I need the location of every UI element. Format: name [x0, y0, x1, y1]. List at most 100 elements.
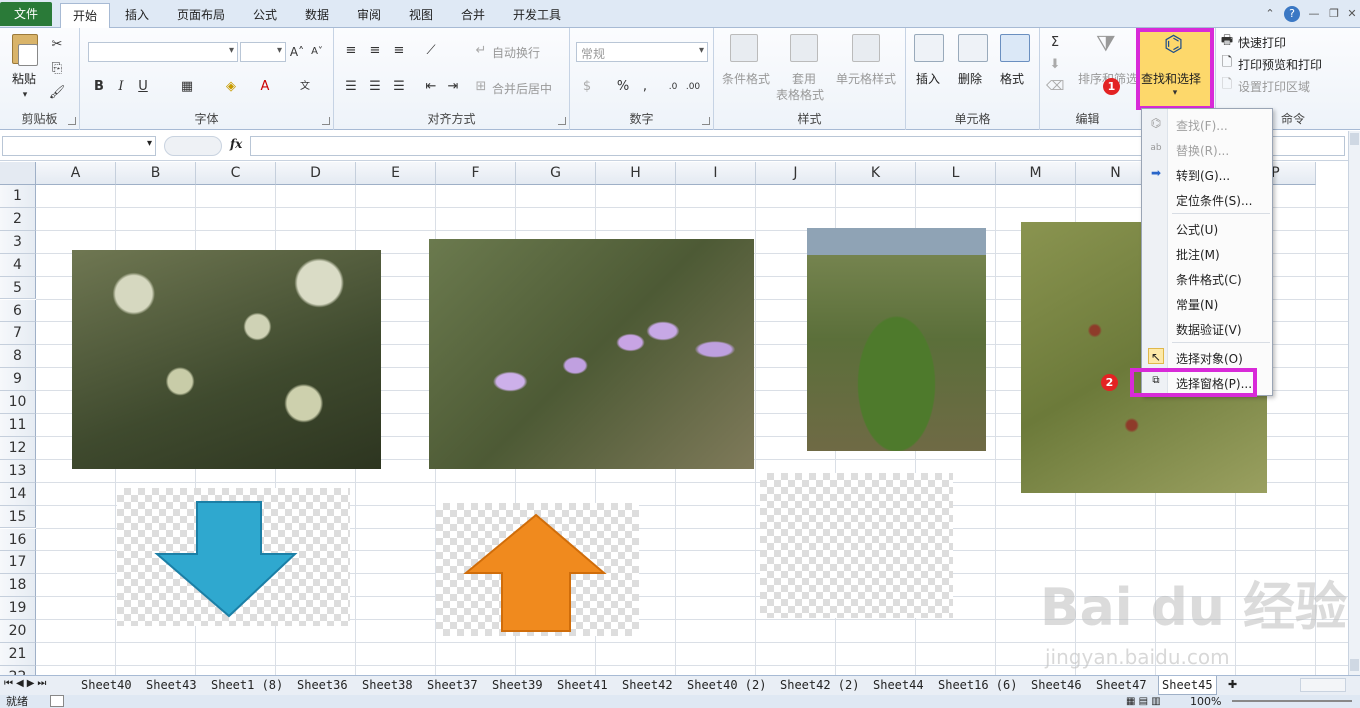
tab-view[interactable]: 视图	[400, 3, 442, 28]
accounting-format-icon[interactable]: $	[578, 78, 596, 96]
sheet-tab[interactable]: Sheet42	[619, 676, 676, 695]
horizontal-scrollbar[interactable]	[1300, 678, 1346, 692]
menu-item-goto-special[interactable]: 定位条件(S)...	[1176, 192, 1252, 209]
bold-button[interactable]: B	[90, 78, 108, 96]
tab-data[interactable]: 数据	[296, 3, 338, 28]
quick-print-button[interactable]: 快速打印	[1238, 34, 1286, 51]
sheet-tab[interactable]: Sheet47	[1093, 676, 1150, 695]
increase-decimal-icon[interactable]: .0	[664, 78, 682, 96]
photo-purple-flowers[interactable]	[429, 239, 754, 469]
arrow-down-image[interactable]	[117, 488, 350, 626]
tab-merge[interactable]: 合并	[452, 3, 494, 28]
sheet-tab[interactable]: Sheet40	[78, 676, 135, 695]
column-header[interactable]: I	[676, 162, 756, 185]
clear-icon[interactable]: ⌫	[1046, 78, 1064, 96]
window-close-icon[interactable]: ✕	[1344, 6, 1360, 22]
cut-icon[interactable]: ✂	[48, 36, 66, 54]
column-header[interactable]: L	[916, 162, 996, 185]
find-select-button[interactable]: ⌬ 查找和选择 ▾	[1136, 28, 1214, 110]
menu-item-comments[interactable]: 批注(M)	[1176, 246, 1220, 263]
row-header[interactable]: 19	[0, 597, 36, 621]
sheet-tab[interactable]: Sheet37	[424, 676, 481, 695]
row-header[interactable]: 6	[0, 299, 36, 323]
shrink-font-icon[interactable]: A˅	[308, 43, 326, 61]
print-preview-icon[interactable]: 🗋	[1218, 54, 1236, 72]
row-header[interactable]: 17	[0, 551, 36, 575]
font-launcher-icon[interactable]	[322, 117, 330, 125]
tab-review[interactable]: 审阅	[348, 3, 390, 28]
align-left-icon[interactable]: ☰	[342, 78, 360, 96]
paste-button[interactable]: 粘贴	[12, 70, 36, 87]
tab-file[interactable]: 文件	[0, 2, 52, 26]
photo-green-plant[interactable]	[807, 228, 986, 451]
column-header[interactable]: K	[836, 162, 916, 185]
merge-center-icon[interactable]: ⊞	[472, 78, 490, 96]
menu-item-conditional-format[interactable]: 条件格式(C)	[1176, 271, 1242, 288]
insert-cells-button[interactable]: 插入	[916, 70, 940, 87]
merge-center-button[interactable]: 合并后居中	[492, 80, 552, 97]
orientation-icon[interactable]: ⟋	[422, 42, 440, 60]
align-bottom-icon[interactable]: ≡	[390, 42, 408, 60]
sheet-tab[interactable]: Sheet40 (2)	[684, 676, 769, 695]
row-header[interactable]: 12	[0, 436, 36, 460]
scroll-down-icon[interactable]	[1350, 659, 1359, 671]
format-as-table-line2[interactable]: 表格格式	[776, 86, 824, 103]
menu-item-goto[interactable]: 转到(G)...	[1176, 167, 1230, 184]
print-preview-button[interactable]: 打印预览和打印	[1238, 56, 1322, 73]
font-size-combo[interactable]	[240, 42, 286, 62]
sheet-tab[interactable]: Sheet45	[1158, 676, 1217, 695]
menu-item-data-validation[interactable]: 数据验证(V)	[1176, 321, 1242, 338]
tab-page-layout[interactable]: 页面布局	[170, 3, 232, 28]
row-header[interactable]: 3	[0, 230, 36, 254]
column-header[interactable]: J	[756, 162, 836, 185]
scroll-up-icon[interactable]	[1350, 133, 1359, 145]
wrap-text-icon[interactable]: ↵	[472, 42, 490, 60]
row-header[interactable]: 18	[0, 574, 36, 598]
border-icon[interactable]: ▦	[178, 78, 196, 96]
menu-item-replace[interactable]: 替换(R)...	[1176, 142, 1229, 159]
row-header[interactable]: 21	[0, 643, 36, 666]
clipboard-launcher-icon[interactable]	[68, 117, 76, 125]
grow-font-icon[interactable]: A˄	[288, 43, 306, 61]
tab-formulas[interactable]: 公式	[244, 3, 286, 28]
column-header[interactable]: E	[356, 162, 436, 185]
format-as-table-line1[interactable]: 套用	[792, 70, 816, 87]
align-right-icon[interactable]: ☰	[390, 78, 408, 96]
row-header[interactable]: 1	[0, 185, 36, 208]
sheet-tab[interactable]: Sheet39	[489, 676, 546, 695]
tab-developer[interactable]: 开发工具	[506, 3, 568, 28]
menu-item-constants[interactable]: 常量(N)	[1176, 296, 1218, 313]
arrow-up-image[interactable]	[436, 503, 639, 636]
zoom-slider[interactable]	[1232, 700, 1352, 702]
row-header[interactable]: 8	[0, 345, 36, 369]
column-header[interactable]: G	[516, 162, 596, 185]
underline-button[interactable]: U	[134, 78, 152, 96]
cell-styles-button[interactable]: 单元格样式	[836, 70, 896, 87]
sheet-tab[interactable]: Sheet46	[1028, 676, 1085, 695]
print-area-button[interactable]: 设置打印区域	[1238, 78, 1310, 95]
paste-dropdown-icon[interactable]: ▾	[16, 86, 34, 104]
sort-filter-icon[interactable]: ⧩	[1096, 34, 1116, 56]
number-format-combo[interactable]: 常规	[576, 42, 708, 62]
align-center-icon[interactable]: ☰	[366, 78, 384, 96]
wrap-text-button[interactable]: 自动换行	[492, 44, 540, 61]
name-box[interactable]	[2, 136, 156, 156]
sheet-tab[interactable]: Sheet44	[870, 676, 927, 695]
column-header[interactable]: F	[436, 162, 516, 185]
format-painter-icon[interactable]: 🖌	[48, 84, 66, 102]
row-header[interactable]: 14	[0, 482, 36, 506]
select-all-corner[interactable]	[0, 162, 36, 185]
tab-insert[interactable]: 插入	[116, 3, 158, 28]
insert-function-button[interactable]: fx	[230, 137, 242, 151]
column-header[interactable]: M	[996, 162, 1076, 185]
sheet-tab[interactable]: Sheet43	[143, 676, 200, 695]
align-middle-icon[interactable]: ≡	[366, 42, 384, 60]
row-header[interactable]: 4	[0, 253, 36, 277]
vertical-scrollbar[interactable]	[1348, 131, 1360, 675]
menu-item-formulas[interactable]: 公式(U)	[1176, 221, 1218, 238]
sheet-tab[interactable]: Sheet42 (2)	[777, 676, 862, 695]
column-header[interactable]: H	[596, 162, 676, 185]
row-header[interactable]: 13	[0, 459, 36, 483]
percent-button[interactable]: %	[614, 78, 632, 96]
formula-bar-splitter[interactable]	[164, 136, 222, 156]
